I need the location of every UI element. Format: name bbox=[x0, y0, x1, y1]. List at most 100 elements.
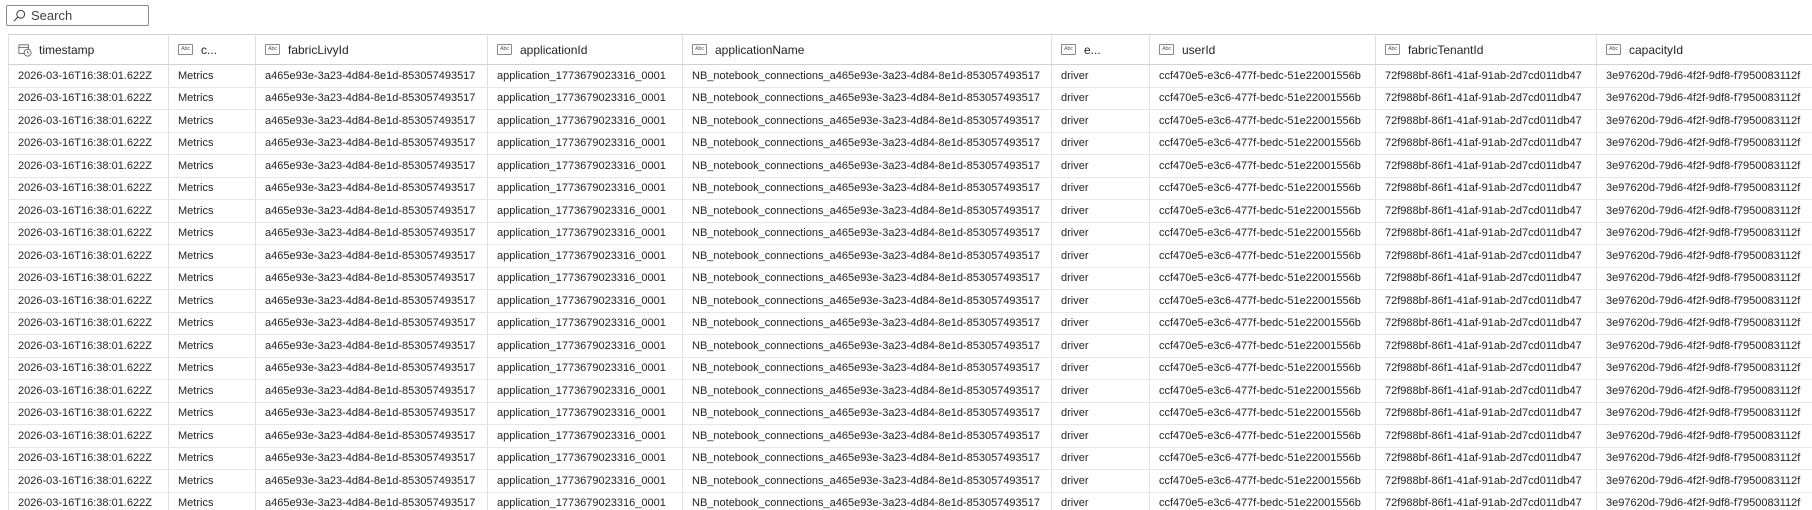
table-row[interactable]: 2026-03-16T16:38:01.622Z Metrics a465e93e-… bbox=[8, 154, 1812, 178]
table-cell: a465e93e-3a23-4d84-8e1d-853057493517 bbox=[255, 199, 488, 223]
table-cell: 2026-03-16T16:38:01.622Z bbox=[8, 424, 169, 448]
table-cell: application_1773679023316_0001 bbox=[487, 357, 683, 380]
table-cell: application_1773679023316_0001 bbox=[487, 379, 683, 403]
table-cell: 3e97620d-79d6-4f2f-9df8-f7950083112f bbox=[1596, 402, 1812, 425]
search-icon bbox=[13, 9, 26, 22]
table-cell: 72f988bf-86f1-41af-91ab-2d7cd011db47 bbox=[1375, 154, 1597, 178]
table-cell: 2026-03-16T16:38:01.622Z bbox=[8, 379, 169, 403]
table-cell: 3e97620d-79d6-4f2f-9df8-f7950083112f bbox=[1596, 87, 1812, 110]
table-cell: 2026-03-16T16:38:01.622Z bbox=[8, 492, 169, 510]
table-row[interactable]: 2026-03-16T16:38:01.622Z Metrics a465e93e-… bbox=[8, 492, 1812, 510]
table-cell: Metrics bbox=[168, 154, 256, 178]
table-cell: 3e97620d-79d6-4f2f-9df8-f7950083112f bbox=[1596, 289, 1812, 313]
table-cell: NB_notebook_connections_a465e93e-3a23-4d… bbox=[682, 154, 1052, 178]
column-header-content: Abc userId bbox=[1159, 43, 1375, 57]
table-cell: 72f988bf-86f1-41af-91ab-2d7cd011db47 bbox=[1375, 312, 1597, 335]
table-cell: a465e93e-3a23-4d84-8e1d-853057493517 bbox=[255, 447, 488, 470]
table-row[interactable]: 2026-03-16T16:38:01.622Z Metrics a465e93e-… bbox=[8, 379, 1812, 403]
table-cell: 2026-03-16T16:38:01.622Z bbox=[8, 177, 169, 200]
table-row[interactable]: 2026-03-16T16:38:01.622Z Metrics a465e93e-… bbox=[8, 424, 1812, 448]
table-cell: Metrics bbox=[168, 244, 256, 268]
search-input[interactable] bbox=[31, 8, 141, 23]
table-cell: application_1773679023316_0001 bbox=[487, 222, 683, 245]
column-header-content: Abc applicationName bbox=[692, 43, 1051, 57]
table-cell: ccf470e5-e3c6-477f-bedc-51e22001556b bbox=[1149, 334, 1376, 358]
column-header-content: timestamp bbox=[18, 43, 168, 57]
column-header-content: Abc e... bbox=[1061, 43, 1149, 57]
table-cell: ccf470e5-e3c6-477f-bedc-51e22001556b bbox=[1149, 177, 1376, 200]
table-cell: application_1773679023316_0001 bbox=[487, 87, 683, 110]
table-cell: 2026-03-16T16:38:01.622Z bbox=[8, 64, 169, 88]
text-column-icon: Abc bbox=[497, 44, 512, 55]
table-row[interactable]: 2026-03-16T16:38:01.622Z Metrics a465e93e-… bbox=[8, 357, 1812, 380]
column-header[interactable]: timestamp bbox=[8, 34, 169, 65]
text-column-icon: Abc bbox=[1385, 44, 1400, 55]
column-header[interactable]: Abc e... bbox=[1051, 34, 1150, 65]
column-header[interactable]: Abc c... bbox=[168, 34, 256, 65]
table-cell: a465e93e-3a23-4d84-8e1d-853057493517 bbox=[255, 132, 488, 155]
column-header[interactable]: Abc fabricTenantId bbox=[1375, 34, 1597, 65]
table-cell: ccf470e5-e3c6-477f-bedc-51e22001556b bbox=[1149, 222, 1376, 245]
column-header[interactable]: Abc applicationId bbox=[487, 34, 683, 65]
table-cell: NB_notebook_connections_a465e93e-3a23-4d… bbox=[682, 357, 1052, 380]
search-box[interactable] bbox=[6, 5, 149, 26]
column-header-label: fabricTenantId bbox=[1408, 42, 1484, 57]
text-column-icon: Abc bbox=[1606, 44, 1621, 55]
table-row[interactable]: 2026-03-16T16:38:01.622Z Metrics a465e93e-… bbox=[8, 109, 1812, 133]
table-cell: a465e93e-3a23-4d84-8e1d-853057493517 bbox=[255, 64, 488, 88]
table-row[interactable]: 2026-03-16T16:38:01.622Z Metrics a465e93e-… bbox=[8, 402, 1812, 425]
table-cell: Metrics bbox=[168, 267, 256, 290]
table-row[interactable]: 2026-03-16T16:38:01.622Z Metrics a465e93e-… bbox=[8, 87, 1812, 110]
table-row[interactable]: 2026-03-16T16:38:01.622Z Metrics a465e93e-… bbox=[8, 244, 1812, 268]
table-cell: 3e97620d-79d6-4f2f-9df8-f7950083112f bbox=[1596, 132, 1812, 155]
table-cell: Metrics bbox=[168, 492, 256, 510]
table-cell: a465e93e-3a23-4d84-8e1d-853057493517 bbox=[255, 109, 488, 133]
table-row[interactable]: 2026-03-16T16:38:01.622Z Metrics a465e93e-… bbox=[8, 199, 1812, 223]
table-cell: Metrics bbox=[168, 177, 256, 200]
column-header-content: Abc fabricLivyId bbox=[265, 43, 487, 57]
column-header-label: applicationName bbox=[715, 42, 805, 57]
table-cell: ccf470e5-e3c6-477f-bedc-51e22001556b bbox=[1149, 424, 1376, 448]
table-cell: NB_notebook_connections_a465e93e-3a23-4d… bbox=[682, 64, 1052, 88]
table-cell: ccf470e5-e3c6-477f-bedc-51e22001556b bbox=[1149, 402, 1376, 425]
table-cell: 72f988bf-86f1-41af-91ab-2d7cd011db47 bbox=[1375, 177, 1597, 200]
table-cell: 3e97620d-79d6-4f2f-9df8-f7950083112f bbox=[1596, 177, 1812, 200]
column-header[interactable]: Abc capacityId bbox=[1596, 34, 1812, 65]
table-cell: ccf470e5-e3c6-477f-bedc-51e22001556b bbox=[1149, 447, 1376, 470]
table-cell: 2026-03-16T16:38:01.622Z bbox=[8, 132, 169, 155]
column-header[interactable]: Abc userId bbox=[1149, 34, 1376, 65]
table-cell: application_1773679023316_0001 bbox=[487, 154, 683, 178]
table-row[interactable]: 2026-03-16T16:38:01.622Z Metrics a465e93e-… bbox=[8, 64, 1812, 88]
text-column-icon: Abc bbox=[265, 44, 280, 55]
table-cell: NB_notebook_connections_a465e93e-3a23-4d… bbox=[682, 222, 1052, 245]
table-row[interactable]: 2026-03-16T16:38:01.622Z Metrics a465e93e-… bbox=[8, 312, 1812, 335]
table-row[interactable]: 2026-03-16T16:38:01.622Z Metrics a465e93e-… bbox=[8, 177, 1812, 200]
table-cell: NB_notebook_connections_a465e93e-3a23-4d… bbox=[682, 109, 1052, 133]
table-cell: ccf470e5-e3c6-477f-bedc-51e22001556b bbox=[1149, 132, 1376, 155]
table-cell: a465e93e-3a23-4d84-8e1d-853057493517 bbox=[255, 154, 488, 178]
table-cell: a465e93e-3a23-4d84-8e1d-853057493517 bbox=[255, 87, 488, 110]
table-cell: 72f988bf-86f1-41af-91ab-2d7cd011db47 bbox=[1375, 424, 1597, 448]
table-cell: ccf470e5-e3c6-477f-bedc-51e22001556b bbox=[1149, 154, 1376, 178]
table-row[interactable]: 2026-03-16T16:38:01.622Z Metrics a465e93e-… bbox=[8, 447, 1812, 470]
table-cell: driver bbox=[1051, 64, 1150, 88]
table-row[interactable]: 2026-03-16T16:38:01.622Z Metrics a465e93e-… bbox=[8, 222, 1812, 245]
table-cell: 3e97620d-79d6-4f2f-9df8-f7950083112f bbox=[1596, 334, 1812, 358]
column-header-content: Abc c... bbox=[178, 43, 255, 57]
column-header[interactable]: Abc fabricLivyId bbox=[255, 34, 488, 65]
table-cell: ccf470e5-e3c6-477f-bedc-51e22001556b bbox=[1149, 199, 1376, 223]
table-cell: driver bbox=[1051, 379, 1150, 403]
table-cell: ccf470e5-e3c6-477f-bedc-51e22001556b bbox=[1149, 267, 1376, 290]
table-row[interactable]: 2026-03-16T16:38:01.622Z Metrics a465e93e-… bbox=[8, 132, 1812, 155]
table-row[interactable]: 2026-03-16T16:38:01.622Z Metrics a465e93e-… bbox=[8, 267, 1812, 290]
table-cell: application_1773679023316_0001 bbox=[487, 199, 683, 223]
table-cell: Metrics bbox=[168, 64, 256, 88]
table-cell: NB_notebook_connections_a465e93e-3a23-4d… bbox=[682, 379, 1052, 403]
table-row[interactable]: 2026-03-16T16:38:01.622Z Metrics a465e93e-… bbox=[8, 469, 1812, 493]
table-cell: 72f988bf-86f1-41af-91ab-2d7cd011db47 bbox=[1375, 109, 1597, 133]
table-cell: application_1773679023316_0001 bbox=[487, 469, 683, 493]
table-row[interactable]: 2026-03-16T16:38:01.622Z Metrics a465e93e-… bbox=[8, 334, 1812, 358]
table-row[interactable]: 2026-03-16T16:38:01.622Z Metrics a465e93e-… bbox=[8, 289, 1812, 313]
column-header[interactable]: Abc applicationName bbox=[682, 34, 1052, 65]
table-cell: a465e93e-3a23-4d84-8e1d-853057493517 bbox=[255, 492, 488, 510]
